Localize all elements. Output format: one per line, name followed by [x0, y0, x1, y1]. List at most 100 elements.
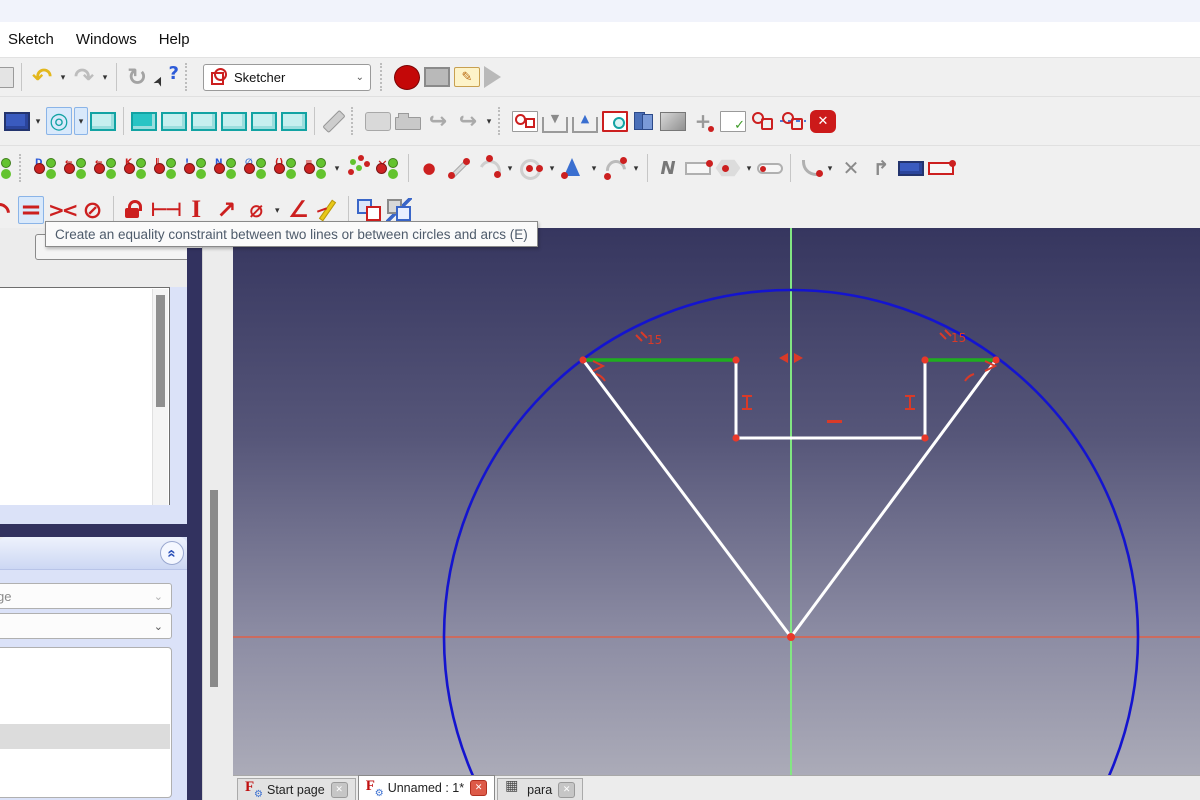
- view-isometric-button[interactable]: [90, 111, 116, 131]
- vertical-distance-button[interactable]: I: [183, 196, 209, 224]
- lock-constraint-button[interactable]: [121, 198, 147, 222]
- elements-list[interactable]: [0, 647, 172, 798]
- remove-constraints-button[interactable]: ✕: [375, 156, 401, 180]
- menu-item[interactable]: Help: [159, 27, 202, 52]
- tangent-constraint-button[interactable]: [0, 200, 14, 220]
- create-arc-button[interactable]: [476, 156, 502, 180]
- radius-constraint-button[interactable]: ⌀: [243, 196, 269, 224]
- tree-scrollbar-thumb[interactable]: [156, 295, 165, 407]
- symmetric-constraint-button[interactable]: ><: [48, 196, 78, 224]
- list-item-selected[interactable]: [0, 724, 170, 749]
- clone-button[interactable]: [0, 156, 14, 180]
- fit-dropdown[interactable]: ▾: [74, 107, 88, 135]
- create-point-button[interactable]: ●: [416, 154, 442, 182]
- edit-sketch-button[interactable]: ▲: [572, 113, 598, 133]
- extend-edge-button[interactable]: ↱: [868, 154, 894, 182]
- tree-scrollbar[interactable]: [152, 289, 168, 505]
- arc-dropdown[interactable]: ▾: [504, 155, 516, 181]
- view-right-button[interactable]: [191, 111, 217, 131]
- toggle-active-button[interactable]: [386, 198, 413, 222]
- make-sub-link-button[interactable]: ↪: [455, 107, 481, 135]
- select-redundant-button[interactable]: !: [183, 156, 209, 180]
- internal-geometry-button[interactable]: ∅: [243, 156, 269, 180]
- carbon-copy-button[interactable]: [928, 159, 956, 175]
- block-constraint-button[interactable]: ⊘: [80, 196, 106, 224]
- undo-button[interactable]: ↶: [29, 63, 55, 91]
- select-malformed-button[interactable]: N: [213, 156, 239, 180]
- select-origin-button[interactable]: [345, 157, 371, 179]
- radius-dropdown[interactable]: ▾: [271, 197, 283, 223]
- undo-dropdown[interactable]: ▾: [57, 64, 69, 90]
- trim-edge-button[interactable]: ✕: [838, 154, 864, 182]
- fillet-dropdown[interactable]: ▾: [824, 155, 836, 181]
- external-geometry-button[interactable]: [898, 160, 924, 176]
- sketch-white-lines[interactable]: [581, 359, 998, 638]
- validate-sketch-button[interactable]: [720, 110, 746, 133]
- redo-dropdown[interactable]: ▾: [99, 64, 111, 90]
- create-part-button[interactable]: [365, 111, 391, 131]
- tab-para[interactable]: para: [497, 778, 584, 800]
- panel-scrollbar[interactable]: [202, 228, 234, 800]
- tab-start-page[interactable]: Start page: [237, 778, 356, 800]
- leave-sketch-button[interactable]: ▼: [542, 113, 568, 133]
- snell-constraint-button[interactable]: [315, 198, 341, 222]
- select-dof-button[interactable]: D: [33, 156, 59, 180]
- toggle-driving-button[interactable]: [356, 198, 382, 222]
- create-group-button[interactable]: [395, 112, 421, 130]
- select-conflicting-button[interactable]: ∥: [153, 156, 179, 180]
- create-fillet-button[interactable]: [802, 160, 823, 177]
- close-icon[interactable]: [470, 780, 488, 796]
- refresh-button[interactable]: ↻: [124, 63, 150, 91]
- link-dropdown[interactable]: ▾: [483, 108, 495, 134]
- create-polygon-button[interactable]: [715, 159, 741, 177]
- constraint-tools-dropdown[interactable]: ▾: [331, 155, 343, 181]
- redo-button[interactable]: ↷: [71, 63, 97, 91]
- nav-cube-button[interactable]: [4, 111, 30, 131]
- mode-combo[interactable]: ⌄: [0, 613, 172, 639]
- angle-constraint-button[interactable]: ∠: [285, 196, 311, 224]
- close-icon[interactable]: [330, 781, 348, 798]
- view-section-button[interactable]: [632, 110, 656, 132]
- horizontal-distance-button[interactable]: ⊢⊣: [151, 196, 183, 224]
- symmetric-pair-button[interactable]: (): [273, 156, 299, 180]
- select-unconstrained-button[interactable]: K: [123, 156, 149, 180]
- create-slot-button[interactable]: [757, 162, 783, 174]
- create-sketch-button[interactable]: [512, 110, 538, 132]
- polygon-dropdown[interactable]: ▾: [743, 155, 755, 181]
- equal-constraint-button[interactable]: =: [18, 195, 44, 225]
- sketch-points[interactable]: [579, 356, 1000, 641]
- view-sketch-button[interactable]: [602, 110, 628, 132]
- paste-icon[interactable]: [0, 66, 14, 88]
- whats-this-button[interactable]: [154, 63, 180, 91]
- element-filter-combo[interactable]: ge ⌄: [0, 583, 172, 609]
- merge-sketches-button[interactable]: [750, 109, 776, 133]
- distance-constraint-button[interactable]: ↗: [213, 196, 239, 224]
- menu-item[interactable]: Windows: [76, 27, 149, 52]
- view-top-button[interactable]: [161, 111, 187, 131]
- close-icon[interactable]: [558, 781, 576, 798]
- nav-style-dropdown[interactable]: ▾: [32, 108, 44, 134]
- create-polyline-button[interactable]: N: [655, 154, 681, 182]
- workbench-selector[interactable]: Sketcher ⌄: [203, 63, 371, 91]
- select-constraints-button[interactable]: ←: [63, 156, 89, 180]
- create-rectangle-button[interactable]: [685, 159, 713, 175]
- circle-dropdown[interactable]: ▾: [546, 155, 558, 181]
- map-sketch-button[interactable]: [660, 111, 686, 131]
- view-front-button[interactable]: [131, 111, 157, 131]
- macro-edit-button[interactable]: ✎: [454, 67, 480, 87]
- create-circle-button[interactable]: [518, 156, 544, 180]
- fit-all-button[interactable]: ◎: [46, 107, 72, 135]
- macro-record-button[interactable]: [394, 64, 420, 90]
- create-conic-button[interactable]: [560, 156, 586, 180]
- chevrons-up-icon[interactable]: [160, 541, 184, 565]
- conic-dropdown[interactable]: ▾: [588, 155, 600, 181]
- mirror-sketch-button[interactable]: [780, 109, 806, 133]
- bspline-dropdown[interactable]: ▾: [630, 155, 642, 181]
- view-left-button[interactable]: [281, 111, 307, 131]
- create-line-button[interactable]: [446, 157, 472, 179]
- tasks-panel-header[interactable]: [0, 537, 187, 570]
- macro-play-button[interactable]: [484, 66, 501, 88]
- make-link-button[interactable]: ↪: [425, 107, 451, 135]
- tree-view[interactable]: [0, 287, 170, 507]
- sketch-canvas[interactable]: 15 15: [233, 228, 1200, 775]
